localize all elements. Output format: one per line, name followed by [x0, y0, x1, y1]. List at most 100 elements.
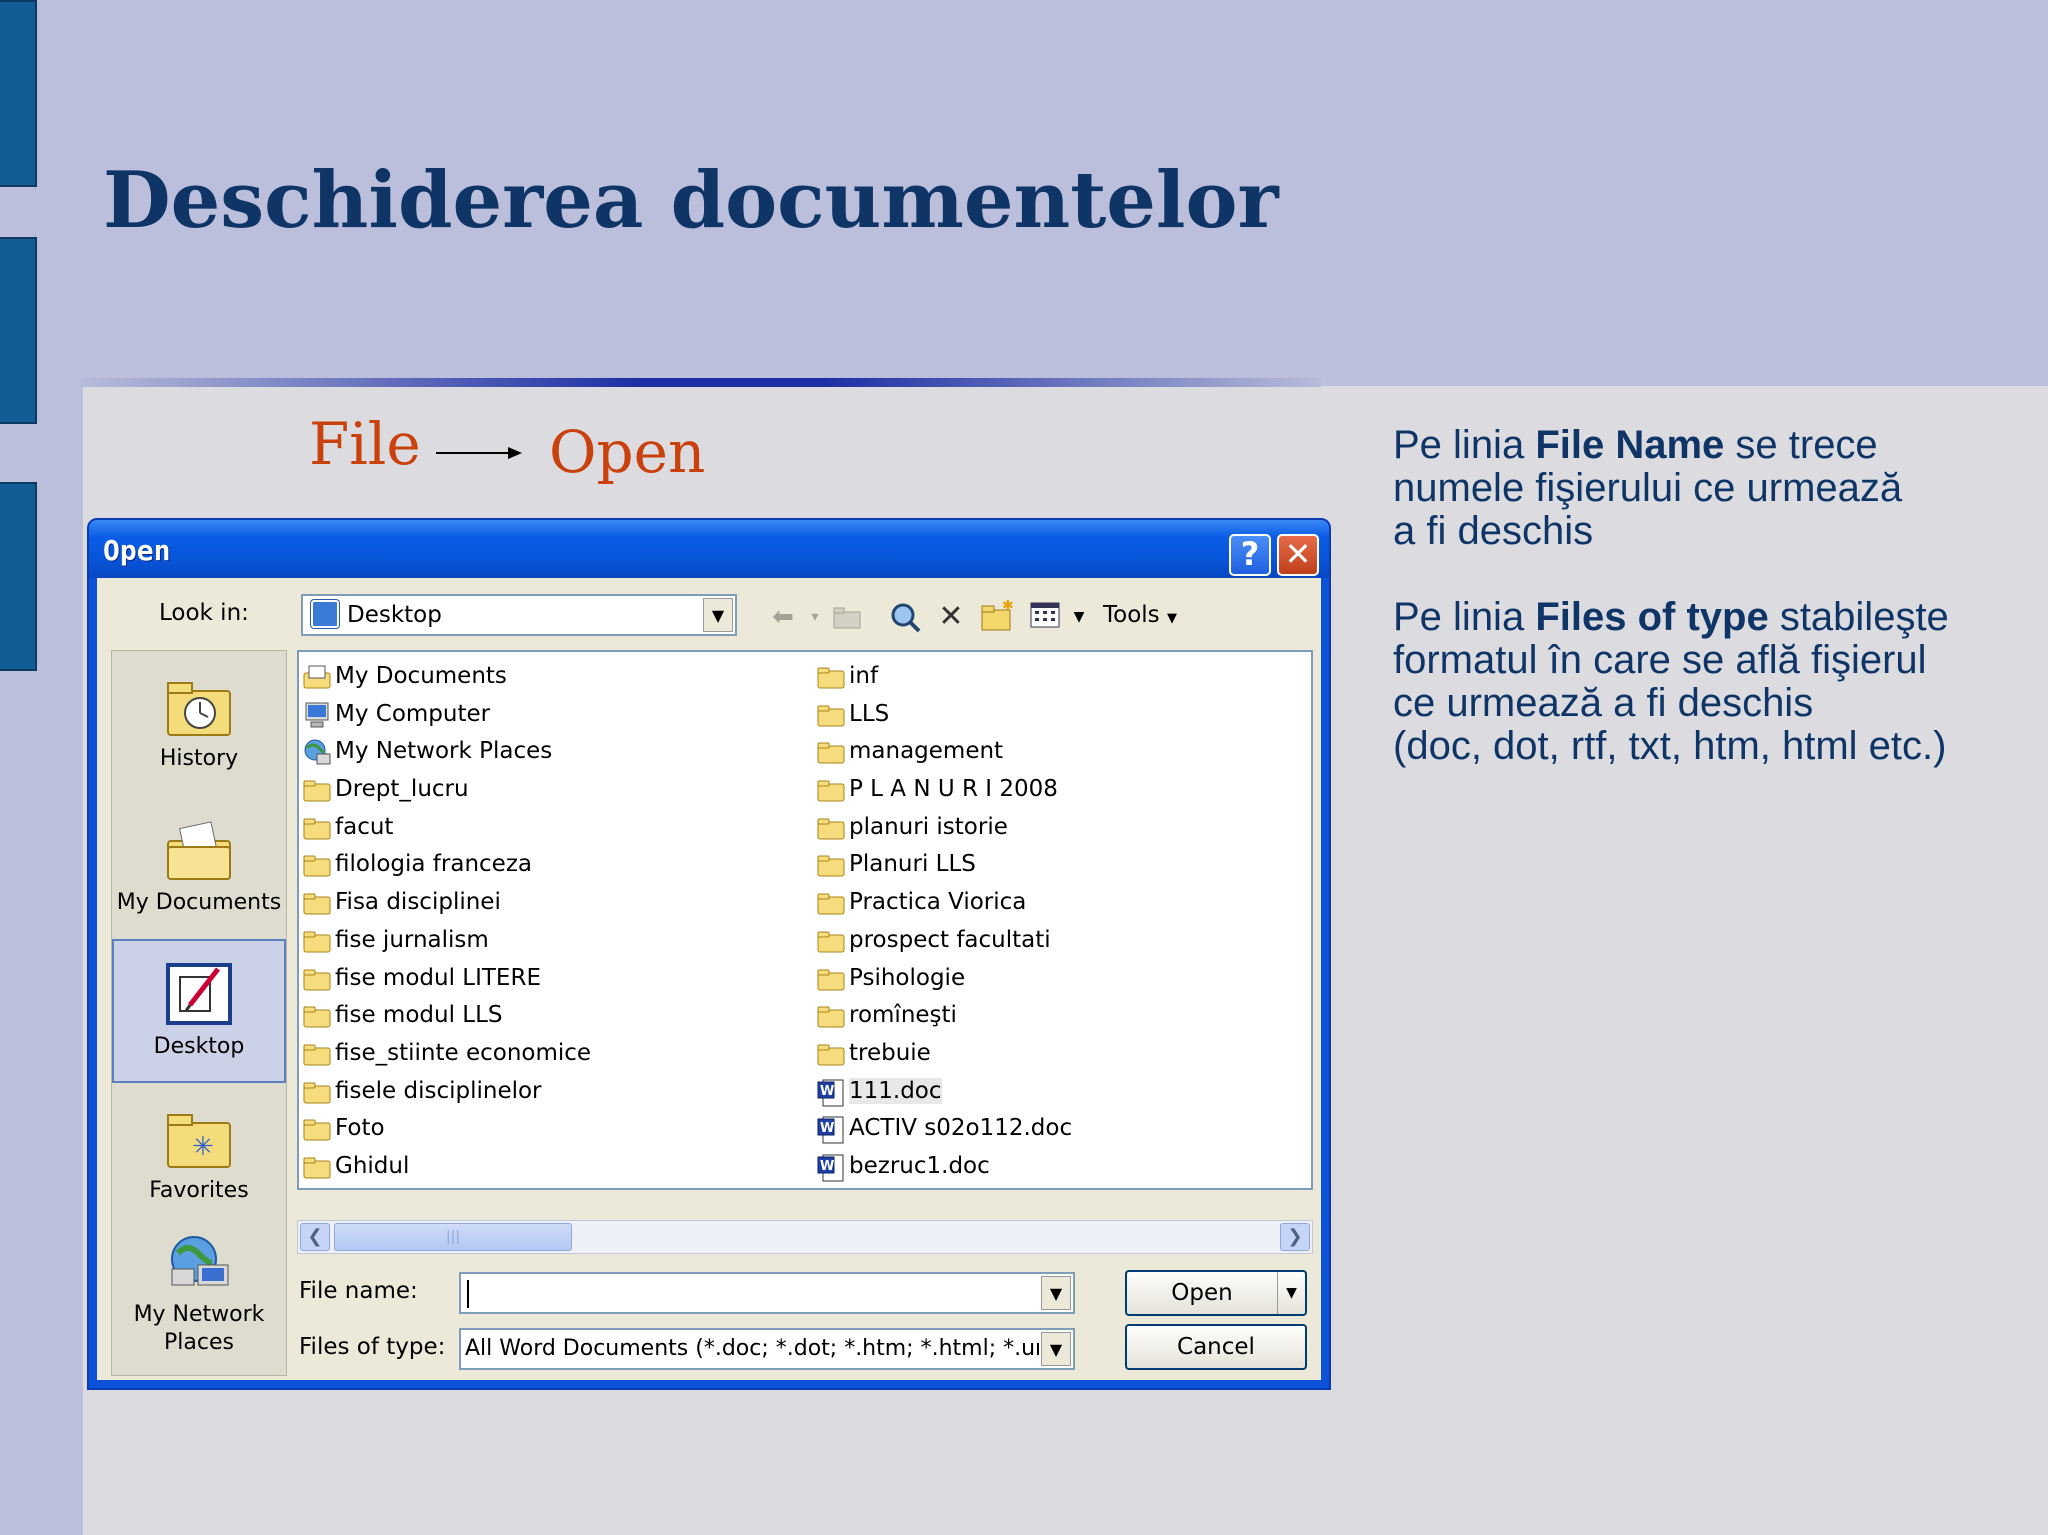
search-web-icon[interactable]: [885, 600, 925, 634]
file-name-text: facut: [335, 813, 394, 840]
cancel-button[interactable]: Cancel: [1125, 1324, 1307, 1370]
dialog-titlebar[interactable]: Open ? ✕: [89, 520, 1329, 578]
folder-icon: [303, 1041, 331, 1077]
place-favorites[interactable]: ✳ Favorites: [112, 1109, 286, 1205]
file-list-item[interactable]: fise modul LITERE: [301, 960, 591, 998]
file-list-item[interactable]: prospect facultati: [815, 922, 1072, 960]
svg-text:W: W: [820, 1084, 834, 1099]
file-name-label: File name:: [299, 1278, 418, 1304]
file-name-text: 111.doc: [849, 1077, 942, 1104]
chevron-down-icon[interactable]: ▼: [703, 598, 733, 632]
file-list-item[interactable]: Practica Viorica: [815, 884, 1072, 922]
open-button[interactable]: Open ▼: [1125, 1270, 1307, 1316]
arrow-right-icon: [436, 447, 522, 459]
file-name-text: Planuri LLS: [849, 851, 976, 878]
file-list-item[interactable]: LLS: [815, 696, 1072, 734]
file-list-item[interactable]: HANCU: [301, 1186, 591, 1188]
file-name-text: management: [849, 738, 1004, 765]
file-name-text: fise jurnalism: [335, 926, 489, 953]
place-network[interactable]: My Network Places: [112, 1233, 286, 1357]
files-of-type-dropdown-icon[interactable]: ▼: [1041, 1332, 1071, 1366]
place-my-documents[interactable]: My Documents: [112, 821, 286, 917]
places-bar: History My Documents Desktop ✳ Favorites…: [111, 650, 287, 1376]
file-list-item[interactable]: planuri istorie: [815, 809, 1072, 847]
horizontal-scrollbar[interactable]: ❮ ||| ❯: [297, 1220, 1313, 1254]
views-icon[interactable]: [1025, 600, 1065, 634]
file-name-text: Fisa disciplinei: [335, 889, 501, 916]
file-list-item[interactable]: fisele disciplinelor: [301, 1073, 591, 1111]
file-list-column-2: inf LLS management P L A N U R I 2008 planur…: [815, 658, 1072, 1188]
file-list-item[interactable]: My Computer: [301, 696, 591, 734]
svg-text:W: W: [820, 1159, 834, 1174]
back-dropdown-icon[interactable]: ▾: [805, 600, 825, 634]
file-list-item[interactable]: P L A N U R I 2008: [815, 771, 1072, 809]
file-list-item[interactable]: Planuri LLS: [815, 846, 1072, 884]
file-name-text: Drept_lucru: [335, 776, 469, 803]
views-dropdown-icon[interactable]: ▼: [1067, 600, 1091, 634]
file-list-item[interactable]: inf: [815, 658, 1072, 696]
file-list-item[interactable]: W ACTIV s02o112.doc: [815, 1110, 1072, 1148]
file-list-item[interactable]: facut: [301, 809, 591, 847]
file-list-item[interactable]: W 111.doc: [815, 1073, 1072, 1111]
tools-menu[interactable]: Tools ▼: [1103, 602, 1177, 628]
new-folder-icon[interactable]: ✱: [977, 598, 1017, 634]
folder-icon: [817, 1041, 845, 1077]
file-list-item[interactable]: My Documents: [301, 658, 591, 696]
svg-text:✳: ✳: [192, 1132, 214, 1162]
file-name-input[interactable]: ▼: [459, 1272, 1075, 1314]
files-of-type-select[interactable]: All Word Documents (*.doc; *.dot; *.htm;…: [459, 1328, 1075, 1370]
file-list[interactable]: My Documents My Computer My Network Places…: [297, 650, 1313, 1190]
file-list-item[interactable]: WCursWord.doc: [815, 1186, 1072, 1188]
file-name-text: ACTIV s02o112.doc: [849, 1115, 1073, 1142]
title-divider: [81, 378, 1321, 387]
look-in-dropdown[interactable]: Desktop ▼: [301, 594, 737, 636]
file-name-dropdown-icon[interactable]: ▼: [1041, 1276, 1071, 1310]
svg-text:W: W: [820, 1121, 834, 1136]
file-list-item[interactable]: Drept_lucru: [301, 771, 591, 809]
up-folder-icon[interactable]: [827, 600, 867, 634]
file-list-item[interactable]: My Network Places: [301, 733, 591, 771]
place-desktop[interactable]: Desktop: [112, 939, 286, 1083]
file-list-item[interactable]: Psihologie: [815, 960, 1072, 998]
note-files-of-type: Pe linia Files of type stabileşte format…: [1393, 595, 1949, 768]
desktop-icon: [166, 963, 232, 1025]
file-list-item[interactable]: Wbezruc1.doc: [815, 1148, 1072, 1186]
help-button[interactable]: ?: [1229, 534, 1271, 576]
dialog-title: Open: [103, 534, 171, 567]
file-list-item[interactable]: fise jurnalism: [301, 922, 591, 960]
file-name-text: fise_stiinte economice: [335, 1039, 592, 1066]
folder-icon: [817, 664, 845, 700]
menu-path-open: Open: [549, 418, 706, 486]
file-list-item[interactable]: management: [815, 733, 1072, 771]
file-list-item[interactable]: Fisa disciplinei: [301, 884, 591, 922]
place-history[interactable]: History: [112, 677, 286, 773]
file-name-text: inf: [849, 663, 879, 689]
file-list-item[interactable]: fise_stiinte economice: [301, 1035, 591, 1073]
file-list-item[interactable]: romîneşti: [815, 997, 1072, 1035]
file-name-text: prospect facultati: [849, 926, 1051, 953]
note-file-name: Pe linia File Name se trece numele fişie…: [1393, 423, 1903, 553]
folder-icon: [303, 1003, 331, 1039]
file-name-text: fise modul LITERE: [335, 964, 541, 991]
open-options-icon[interactable]: ▼: [1277, 1272, 1305, 1314]
text-caret: [467, 1280, 469, 1308]
files-of-type-label: Files of type:: [299, 1334, 446, 1360]
delete-icon[interactable]: ✕: [931, 600, 971, 634]
scroll-right-icon[interactable]: ❯: [1280, 1223, 1310, 1251]
file-name-text: Practica Viorica: [849, 889, 1027, 916]
accent-bar-3: [0, 482, 37, 671]
accent-bar-2: [0, 237, 37, 424]
file-list-item[interactable]: fise modul LLS: [301, 997, 591, 1035]
file-name-text: My Network Places: [335, 738, 553, 765]
file-list-item[interactable]: Ghidul: [301, 1148, 591, 1186]
look-in-label: Look in:: [159, 600, 249, 626]
back-icon[interactable]: ⬅: [763, 600, 803, 634]
file-list-item[interactable]: Foto: [301, 1110, 591, 1148]
file-list-item[interactable]: trebuie: [815, 1035, 1072, 1073]
accent-bar-1: [0, 0, 37, 187]
close-button[interactable]: ✕: [1277, 534, 1319, 576]
file-list-item[interactable]: filologia franceza: [301, 846, 591, 884]
scroll-thumb[interactable]: |||: [334, 1223, 572, 1251]
scroll-left-icon[interactable]: ❮: [300, 1223, 330, 1251]
file-name-text: P L A N U R I 2008: [849, 776, 1058, 803]
